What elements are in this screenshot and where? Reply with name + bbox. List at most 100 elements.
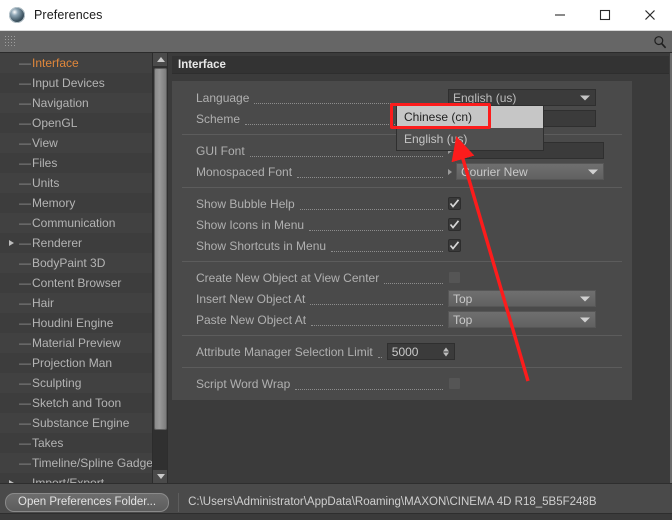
sidebar-item-navigation[interactable]: —Navigation: [0, 93, 152, 113]
leader-dots: [384, 272, 443, 284]
sidebar-item-sculpting[interactable]: —Sculpting: [0, 373, 152, 393]
sidebar-item-content-browser[interactable]: —Content Browser: [0, 273, 152, 293]
monospaced-font-dropdown-value: Courier New: [461, 165, 528, 179]
control-insert-new-object-at: Top: [448, 290, 632, 307]
open-preferences-folder-button[interactable]: Open Preferences Folder...: [5, 493, 169, 512]
row-show-shortcuts-in-menu: Show Shortcuts in Menu: [172, 235, 632, 256]
leader-dots: [311, 314, 443, 326]
sidebar-scroll-thumb[interactable]: [154, 68, 167, 430]
sidebar-item-hair[interactable]: —Hair: [0, 293, 152, 313]
sidebar-item-substance-engine[interactable]: —Substance Engine: [0, 413, 152, 433]
chevron-down-icon: [580, 95, 590, 100]
sidebar-item-files[interactable]: —Files: [0, 153, 152, 173]
sidebar-item-timeline-spline-gadget[interactable]: —Timeline/Spline Gadget: [0, 453, 152, 473]
scroll-up-arrow-icon[interactable]: [153, 53, 168, 66]
leader-dots: [310, 293, 443, 305]
tree-branch-icon: —: [19, 397, 31, 409]
sidebar-item-import-export[interactable]: —Import/Export: [0, 473, 152, 483]
sidebar-item-view[interactable]: —View: [0, 133, 152, 153]
window-body: —Interface—Input Devices—Navigation—Open…: [0, 53, 672, 483]
stepper-arrows-icon[interactable]: [443, 347, 449, 356]
leader-dots: [295, 378, 443, 390]
language-option-chinese-cn[interactable]: Chinese (cn): [397, 106, 543, 128]
preferences-window: Preferences —Interface—Input Devices—: [0, 0, 672, 520]
sidebar-item-communication[interactable]: —Communication: [0, 213, 152, 233]
language-option-label: Chinese (cn): [404, 110, 472, 124]
attribute-manager-selection-limit-value: 5000: [392, 345, 419, 359]
sidebar-item-houdini-engine[interactable]: —Houdini Engine: [0, 313, 152, 333]
row-insert-new-object-at: Insert New Object At Top: [172, 288, 632, 309]
expand-arrow-icon[interactable]: [9, 240, 14, 246]
sidebar-item-material-preview[interactable]: —Material Preview: [0, 333, 152, 353]
tree-branch-icon: —: [19, 157, 31, 169]
sidebar-item-takes[interactable]: —Takes: [0, 433, 152, 453]
label-paste-new-object-at: Paste New Object At: [196, 313, 306, 327]
scroll-down-arrow-icon[interactable]: [153, 470, 168, 483]
sidebar-item-label: OpenGL: [31, 116, 77, 130]
sidebar-scrollbar[interactable]: [152, 53, 167, 483]
leader-dots: [331, 240, 443, 252]
row-show-icons-in-menu: Show Icons in Menu: [172, 214, 632, 235]
show-bubble-help-checkbox[interactable]: [448, 197, 461, 210]
show-icons-in-menu-checkbox[interactable]: [448, 218, 461, 231]
insert-new-object-at-value: Top: [453, 292, 472, 306]
tree-branch-icon: —: [19, 117, 31, 129]
label-show-bubble-help: Show Bubble Help: [196, 197, 295, 211]
toolbar-strip: [0, 31, 672, 53]
label-show-icons-in-menu: Show Icons in Menu: [196, 218, 304, 232]
sidebar-item-memory[interactable]: —Memory: [0, 193, 152, 213]
sidebar-item-label: Interface: [31, 56, 79, 70]
create-new-object-at-view-center-checkbox[interactable]: [448, 271, 461, 284]
attribute-manager-selection-limit-stepper[interactable]: 5000: [387, 343, 455, 360]
tree-branch-icon: —: [19, 357, 31, 369]
expand-arrow-icon[interactable]: [448, 169, 452, 175]
row-script-word-wrap: Script Word Wrap: [172, 373, 632, 394]
row-attribute-manager-selection-limit: Attribute Manager Selection Limit 5000: [172, 341, 632, 362]
tree-branch-icon: —: [19, 277, 31, 289]
control-show-bubble-help: [448, 197, 632, 210]
window-title: Preferences: [34, 8, 103, 22]
insert-new-object-at-dropdown[interactable]: Top: [448, 290, 596, 307]
drag-grip-icon[interactable]: [4, 35, 16, 48]
tree-branch-icon: —: [19, 257, 31, 269]
leader-dots: [378, 346, 382, 358]
script-word-wrap-checkbox[interactable]: [448, 377, 461, 390]
label-create-new-object-at-view-center: Create New Object at View Center: [196, 271, 379, 285]
divider: [182, 261, 622, 262]
language-option-english-us[interactable]: English (us): [397, 128, 543, 150]
sidebar-item-opengl[interactable]: —OpenGL: [0, 113, 152, 133]
tree-branch-icon: —: [19, 197, 31, 209]
language-option-label: English (us): [404, 132, 467, 146]
control-create-new-object-at-view-center: [448, 271, 632, 284]
language-dropdown[interactable]: English (us): [448, 89, 596, 106]
label-script-word-wrap: Script Word Wrap: [196, 377, 290, 391]
sidebar-item-units[interactable]: —Units: [0, 173, 152, 193]
label-insert-new-object-at: Insert New Object At: [196, 292, 305, 306]
sidebar-item-bodypaint-3d[interactable]: —BodyPaint 3D: [0, 253, 152, 273]
cinema4d-sphere-icon: [9, 7, 25, 23]
maximize-icon[interactable]: [582, 0, 627, 31]
close-icon[interactable]: [627, 0, 672, 31]
sidebar-item-sketch-and-toon[interactable]: —Sketch and Toon: [0, 393, 152, 413]
sidebar-item-renderer[interactable]: —Renderer: [0, 233, 152, 253]
preferences-sidebar: —Interface—Input Devices—Navigation—Open…: [0, 53, 168, 483]
show-shortcuts-in-menu-checkbox[interactable]: [448, 239, 461, 252]
sidebar-item-input-devices[interactable]: —Input Devices: [0, 73, 152, 93]
sidebar-item-projection-man[interactable]: —Projection Man: [0, 353, 152, 373]
control-language: English (us): [448, 89, 632, 106]
tree-branch-icon: —: [19, 437, 31, 449]
divider: [182, 187, 622, 188]
label-gui-font: GUI Font: [196, 144, 245, 158]
chevron-down-icon: [580, 296, 590, 301]
monospaced-font-dropdown[interactable]: Courier New: [456, 163, 604, 180]
search-icon[interactable]: [653, 35, 667, 49]
label-language: Language: [196, 91, 249, 105]
sidebar-item-interface[interactable]: —Interface: [0, 53, 152, 73]
paste-new-object-at-dropdown[interactable]: Top: [448, 311, 596, 328]
sidebar-item-label: Takes: [31, 436, 63, 450]
leader-dots: [254, 92, 443, 104]
sidebar-item-label: Units: [31, 176, 59, 190]
minimize-icon[interactable]: [537, 0, 582, 31]
language-dropdown-popup[interactable]: Chinese (cn) English (us): [396, 105, 544, 151]
preferences-path-text: C:\Users\Administrator\AppData\Roaming\M…: [178, 493, 596, 512]
